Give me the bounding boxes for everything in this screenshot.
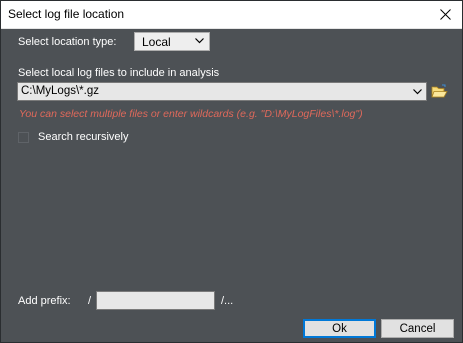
window-title: Select log file location (8, 7, 125, 21)
browse-button[interactable] (429, 81, 450, 102)
location-type-select[interactable]: Local (134, 32, 210, 51)
folder-open-icon (431, 84, 448, 98)
cancel-button[interactable]: Cancel (381, 319, 454, 338)
dialog-window: Select log file location Select location… (0, 0, 463, 343)
combo-dropdown-button[interactable] (409, 83, 426, 100)
wildcard-hint: You can select multiple files or enter w… (19, 108, 363, 120)
close-button[interactable] (428, 1, 462, 28)
prefix-leading-slash: / (88, 295, 92, 307)
search-recursively-checkbox[interactable] (18, 132, 29, 143)
ok-button[interactable]: Ok (303, 319, 376, 338)
search-recursively-label: Search recursively (38, 131, 129, 143)
log-files-combobox[interactable]: C:\MyLogs\*.gz (17, 82, 427, 101)
location-type-value: Local (142, 35, 171, 49)
log-files-value: C:\MyLogs\*.gz (21, 85, 99, 97)
title-bar: Select log file location (1, 1, 462, 29)
files-label: Select local log files to include in ana… (18, 67, 220, 79)
chevron-down-icon (195, 38, 204, 44)
location-type-label: Select location type: (18, 36, 117, 48)
chevron-down-icon (413, 88, 422, 94)
prefix-trailing: /... (221, 295, 234, 307)
add-prefix-label: Add prefix: (18, 295, 71, 307)
close-icon (439, 9, 451, 20)
prefix-input[interactable] (96, 291, 215, 310)
